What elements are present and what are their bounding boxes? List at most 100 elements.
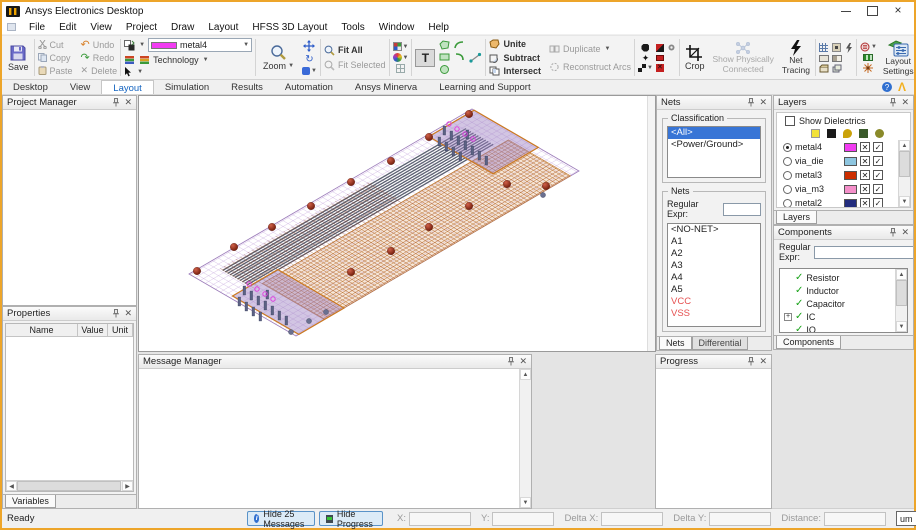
validate-icon[interactable] (860, 42, 870, 52)
layer-radio[interactable] (783, 142, 792, 152)
net-item[interactable]: A5 (668, 284, 760, 296)
scroll-left-icon[interactable]: ◀ (6, 481, 17, 491)
draw-arc-line-icon[interactable] (454, 40, 465, 50)
check-icon[interactable]: ✓ (795, 298, 803, 309)
view-orientation-icon[interactable] (302, 67, 311, 75)
pan-icon[interactable] (303, 40, 316, 52)
copy-button[interactable]: Copy (37, 51, 73, 64)
column-unit[interactable]: Unit (108, 324, 133, 336)
pin-icon[interactable] (112, 309, 120, 318)
pad-ring-icon[interactable] (655, 55, 664, 61)
color-wheel-icon[interactable] (392, 53, 402, 62)
layer-radio[interactable] (783, 198, 792, 207)
menu-help[interactable]: Help (421, 22, 456, 33)
net-item[interactable]: <NO-NET> (668, 224, 760, 236)
hide-progress-button[interactable]: Hide Progress (319, 509, 384, 529)
pad-in-rect-icon[interactable] (832, 43, 842, 52)
pad-diamond-icon[interactable]: ✦ (642, 54, 650, 63)
layer-lock-checkbox[interactable]: ✕ (860, 142, 870, 152)
paste-button[interactable]: Paste (38, 64, 73, 77)
layer-visible-checkbox[interactable]: ✓ (873, 184, 883, 194)
close-icon[interactable]: ✕ (901, 228, 909, 237)
stacked-sheets-icon[interactable] (832, 64, 842, 73)
layer-name[interactable]: metal2 (795, 198, 841, 207)
layer-lock-checkbox[interactable]: ✕ (860, 170, 870, 180)
layer-radio[interactable] (783, 170, 792, 180)
layer-swap-dropdown-icon[interactable]: ▼ (139, 42, 145, 48)
net-item-vcc[interactable]: VCC (668, 296, 760, 308)
redo-button[interactable]: ↷ Redo (81, 51, 118, 64)
pad-octagon-icon[interactable] (641, 43, 650, 52)
tab-layout[interactable]: Layout (101, 80, 154, 94)
scroll-up-icon[interactable]: ▲ (896, 269, 907, 280)
save-button[interactable]: Save (4, 37, 33, 78)
layer-name[interactable]: metal3 (795, 170, 841, 180)
layer-lock-checkbox[interactable]: ✕ (860, 156, 870, 166)
crop-button[interactable]: Crop (681, 37, 709, 78)
layer-swap-icon[interactable] (124, 39, 135, 51)
menu-tools[interactable]: Tools (334, 22, 371, 33)
tab-automation[interactable]: Automation (274, 80, 344, 94)
stackup-icon[interactable] (124, 55, 135, 65)
unit-select[interactable]: um ▼ (895, 511, 916, 526)
layer-color-swatch[interactable] (844, 156, 857, 166)
components-vscrollbar[interactable]: ▲ ▼ (895, 269, 907, 332)
menu-project[interactable]: Project (119, 22, 164, 33)
layer-radio[interactable] (783, 184, 792, 194)
close-icon[interactable]: ✕ (759, 98, 767, 107)
technology-button[interactable]: Technology ▼ (139, 53, 209, 66)
y-field[interactable] (492, 511, 555, 526)
menu-view[interactable]: View (83, 22, 119, 33)
select-mode-dropdown-icon[interactable]: ▼ (137, 69, 143, 75)
layer-color-swatch[interactable] (844, 142, 857, 152)
classification-list[interactable]: <All> <Power/Ground> (667, 126, 761, 178)
tab-learning-support[interactable]: Learning and Support (428, 80, 541, 94)
scroll-thumb[interactable] (17, 481, 121, 491)
scroll-thumb[interactable] (899, 151, 910, 177)
draw-rectangle-icon[interactable] (439, 52, 450, 62)
draw-circle-icon[interactable] (439, 64, 450, 75)
scroll-down-icon[interactable]: ▼ (520, 497, 531, 508)
green-grid-icon[interactable] (863, 54, 874, 61)
pad-array-icon[interactable] (638, 64, 647, 72)
nets-tab[interactable]: Nets (659, 337, 692, 350)
menu-file[interactable]: File (22, 22, 52, 33)
scroll-thumb[interactable] (896, 280, 907, 306)
classification-item[interactable]: <Power/Ground> (668, 139, 760, 151)
reconstruct-arcs-button[interactable]: Reconstruct Arcs (549, 60, 631, 73)
layer-name[interactable]: metal4 (795, 142, 841, 152)
show-dielectrics-checkbox[interactable] (785, 116, 795, 126)
undo-button[interactable]: ↶ Undo (81, 38, 118, 51)
net-item-vss[interactable]: VSS (668, 308, 760, 320)
layer-name[interactable]: via_die (795, 156, 841, 166)
draw-line-icon[interactable] (469, 52, 482, 64)
pin-icon[interactable] (507, 357, 515, 366)
fit-all-button[interactable]: Fit All (324, 44, 363, 57)
net-item[interactable]: A1 (668, 236, 760, 248)
component-label[interactable]: IC (806, 312, 815, 322)
tab-desktop[interactable]: Desktop (2, 80, 59, 94)
net-item[interactable]: A3 (668, 260, 760, 272)
delete-button[interactable]: ✕ Delete (81, 64, 118, 77)
component-label[interactable]: Resistor (806, 273, 839, 283)
scroll-up-icon[interactable]: ▲ (520, 369, 531, 380)
menu-hfss-3d-layout[interactable]: HFSS 3D Layout (245, 22, 334, 33)
delta-x-field[interactable] (601, 511, 664, 526)
message-list[interactable] (139, 369, 519, 508)
minimize-button[interactable] (840, 6, 852, 16)
variables-tab[interactable]: Variables (5, 495, 56, 508)
zoom-button[interactable]: Zoom ▼ (259, 44, 298, 71)
pin-icon[interactable] (112, 98, 120, 107)
scroll-right-icon[interactable]: ▶ (122, 481, 133, 491)
draw-polygon-icon[interactable] (439, 40, 451, 50)
pad-gear-icon[interactable] (667, 43, 676, 52)
net-tracing-button[interactable]: Net Tracing (778, 37, 814, 78)
maximize-button[interactable] (866, 6, 878, 16)
duplicate-button[interactable]: Duplicate ▼ (549, 42, 610, 55)
check-icon[interactable]: ✓ (795, 311, 803, 322)
net-item[interactable]: A2 (668, 248, 760, 260)
properties-hscrollbar[interactable]: ◀ ▶ (6, 480, 133, 491)
column-value[interactable]: Value (78, 324, 108, 336)
show-physically-connected-button[interactable]: Show Physically Connected (708, 37, 777, 78)
component-label[interactable]: Capacitor (806, 299, 845, 309)
